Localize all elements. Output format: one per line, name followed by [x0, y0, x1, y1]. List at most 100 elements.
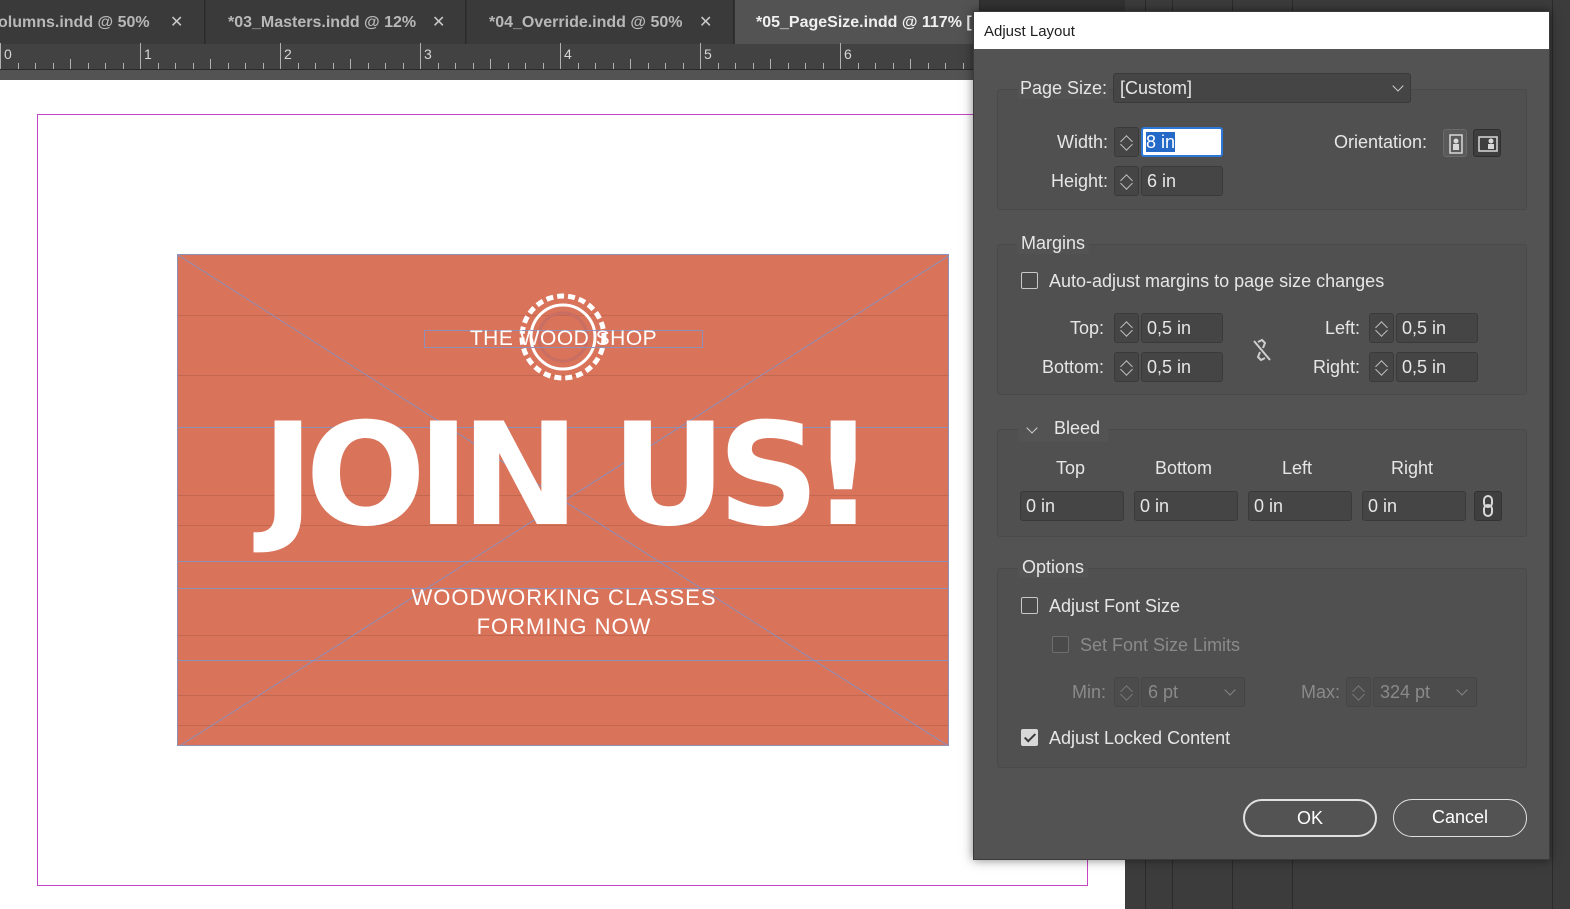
min-value: 6 pt [1148, 682, 1179, 702]
ruler-tick [52, 63, 54, 69]
chevron-down-icon [1392, 80, 1404, 92]
dialog-title: Adjust Layout [974, 12, 1549, 49]
bleed-bottom-field[interactable]: 0 in [1134, 491, 1238, 521]
margin-top-stepper[interactable] [1114, 313, 1139, 343]
ruler-tick [682, 63, 684, 69]
ruler-number: 5 [704, 46, 712, 62]
ruler-tick [822, 63, 824, 69]
min-label: Min: [1072, 682, 1107, 702]
ok-button[interactable]: OK [1243, 799, 1377, 837]
ruler-tick [332, 63, 334, 69]
cancel-button[interactable]: Cancel [1393, 799, 1527, 837]
tab-label: olumns.indd @ 50% [0, 14, 150, 31]
horizontal-ruler[interactable]: 0 1 2 3 4 5 6 [0, 43, 975, 70]
tab-masters[interactable]: *03_Masters.indd @ 12% ✕ [206, 0, 466, 44]
ruler-tick [245, 63, 246, 69]
height-stepper[interactable] [1114, 166, 1139, 196]
portrait-icon [1449, 134, 1463, 154]
auto-adjust-margins-checkbox[interactable] [1021, 272, 1038, 289]
tab-label: *04_Override.indd @ 50% [489, 14, 683, 31]
adjust-layout-dialog: Adjust Layout Page Size: [Custom] Width:… [973, 11, 1550, 860]
bleed-top-header: Top [1056, 458, 1086, 478]
adjust-font-size-checkbox[interactable] [1021, 597, 1038, 614]
tab-columns[interactable]: olumns.indd @ 50% ✕ [0, 0, 205, 44]
landscape-icon [1478, 136, 1498, 152]
ruler-tick [892, 63, 894, 69]
bleed-top-field[interactable]: 0 in [1020, 491, 1124, 521]
bleed-link-button[interactable] [1474, 491, 1502, 521]
margin-top-field[interactable]: 0,5 in [1141, 313, 1223, 343]
height-field[interactable]: 6 in [1141, 166, 1223, 196]
ruler-tick [280, 43, 281, 69]
ruler-number: 3 [424, 46, 432, 62]
chevron-down-icon [1224, 684, 1236, 696]
margin-right-stepper[interactable] [1369, 352, 1394, 382]
margin-left-stepper[interactable] [1369, 313, 1394, 343]
ruler-tick [315, 63, 316, 69]
ruler-tick [350, 59, 351, 69]
min-stepper[interactable] [1114, 677, 1139, 707]
ruler-tick [595, 63, 596, 69]
bleed-left-field[interactable]: 0 in [1248, 491, 1352, 521]
ruler-tick [962, 63, 964, 69]
margin-bottom-stepper[interactable] [1114, 352, 1139, 382]
ruler-tick [717, 63, 719, 69]
ruler-tick [122, 63, 124, 69]
margin-right-label: Right: [1312, 357, 1360, 377]
adjust-locked-content-checkbox[interactable] [1021, 729, 1038, 746]
close-icon[interactable]: ✕ [170, 0, 183, 44]
ruler-tick [87, 63, 89, 69]
min-dropdown[interactable]: 6 pt [1141, 677, 1245, 707]
artwork-frame[interactable]: THE WOOD SHOP JOIN US! WOODWORKING CLASS… [177, 254, 949, 746]
portrait-button[interactable] [1443, 129, 1467, 157]
ruler-tick [385, 63, 386, 69]
width-label: Width: [1056, 132, 1108, 152]
ruler-number: 4 [564, 46, 572, 62]
ruler-number: 0 [4, 46, 12, 62]
bleed-right-header: Right [1391, 458, 1434, 478]
ruler-tick [665, 63, 666, 69]
adjust-locked-content-label: Adjust Locked Content [1049, 728, 1231, 748]
max-stepper[interactable] [1346, 677, 1371, 707]
ruler-tick [210, 59, 211, 69]
ruler-tick [17, 63, 19, 69]
document-page[interactable]: THE WOOD SHOP JOIN US! WOODWORKING CLASS… [0, 80, 1125, 909]
close-icon[interactable]: ✕ [432, 0, 445, 44]
ruler-tick [35, 63, 36, 69]
orientation-label: Orientation: [1334, 132, 1428, 152]
ruler-number: 1 [144, 46, 152, 62]
ruler-tick [927, 63, 929, 69]
width-value: 8 in [1146, 132, 1176, 152]
tab-override[interactable]: *04_Override.indd @ 50% ✕ [467, 0, 734, 44]
ruler-number: 2 [284, 46, 292, 62]
guide-line [178, 660, 948, 661]
margin-left-field[interactable]: 0,5 in [1396, 313, 1478, 343]
width-stepper[interactable] [1114, 127, 1139, 157]
ruler-tick [507, 63, 509, 69]
close-icon[interactable]: ✕ [699, 0, 712, 44]
ruler-tick [770, 59, 771, 69]
ruler-tick [367, 63, 369, 69]
unlinked-chain-icon[interactable] [1249, 336, 1275, 364]
ruler-tick [70, 59, 71, 69]
landscape-button[interactable] [1473, 129, 1501, 157]
ruler-tick [787, 63, 789, 69]
width-field[interactable]: 8 in [1141, 127, 1223, 157]
bleed-bottom-header: Bottom [1155, 458, 1213, 478]
ruler-tick [612, 63, 614, 69]
margin-right-field[interactable]: 0,5 in [1396, 352, 1478, 382]
margin-bottom-field[interactable]: 0,5 in [1141, 352, 1223, 382]
ruler-tick [700, 43, 701, 69]
margin-top-label: Top: [1069, 318, 1104, 338]
max-dropdown[interactable]: 324 pt [1373, 677, 1477, 707]
bleed-right-field[interactable]: 0 in [1362, 491, 1466, 521]
bleed-header[interactable]: Bleed [1018, 418, 1108, 442]
page-size-dropdown[interactable]: [Custom] [1113, 73, 1411, 103]
tab-pagesize[interactable]: *05_PageSize.indd @ 117% [ [735, 0, 980, 44]
font-size-limits-checkbox[interactable] [1052, 636, 1069, 653]
ruler-tick [472, 63, 474, 69]
ruler-tick [735, 63, 736, 69]
ruler-tick [437, 63, 439, 69]
ruler-tick [560, 43, 561, 69]
ruler-gap [0, 70, 975, 80]
